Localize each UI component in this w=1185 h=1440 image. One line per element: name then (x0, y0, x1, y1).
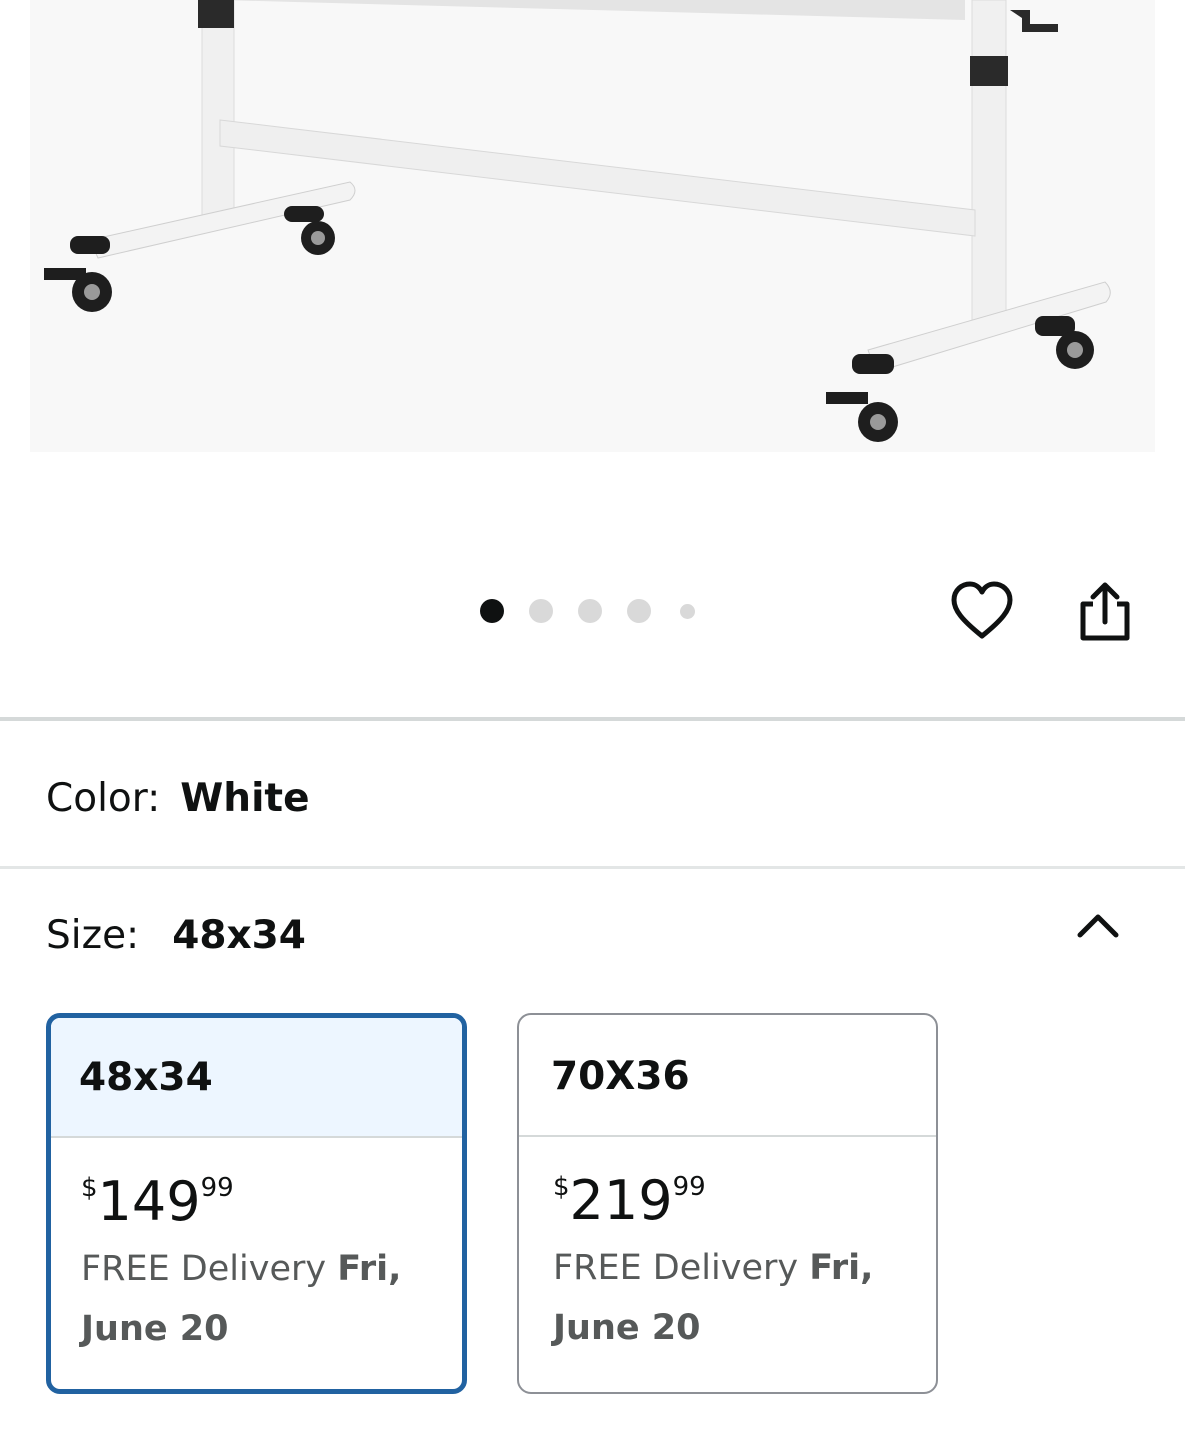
heart-icon[interactable] (948, 578, 1016, 644)
chevron-up-icon[interactable] (1073, 905, 1123, 945)
size-option-name: 70X36 (519, 1015, 936, 1137)
price-currency: $ (81, 1173, 98, 1203)
pager-dot[interactable] (627, 599, 651, 623)
pager-dot[interactable] (578, 599, 602, 623)
delivery-prefix: FREE Delivery (553, 1248, 810, 1288)
price-fraction: 99 (672, 1172, 706, 1202)
pager-dot-active[interactable] (480, 599, 504, 623)
size-option-price: $21999 (553, 1170, 936, 1232)
size-option-name: 48x34 (51, 1018, 462, 1138)
color-selector[interactable]: Color: White (46, 776, 310, 822)
size-selector[interactable]: Size: 48x34 (46, 913, 306, 959)
delivery-info: FREE Delivery Fri, June 20 (81, 1239, 462, 1359)
size-option-card-selected[interactable]: 48x34 $14999 FREE Delivery Fri, June 20 (46, 1013, 467, 1394)
size-label: Size: (46, 913, 140, 958)
price-fraction: 99 (200, 1173, 234, 1203)
delivery-info: FREE Delivery Fri, June 20 (553, 1238, 936, 1358)
price-whole: 149 (97, 1170, 201, 1233)
size-option-card[interactable]: 70X36 $21999 FREE Delivery Fri, June 20 (517, 1013, 938, 1394)
share-icon[interactable] (1075, 578, 1135, 644)
pager-dot[interactable] (529, 599, 553, 623)
image-pager (480, 597, 720, 625)
section-divider (0, 717, 1185, 721)
size-option-price: $14999 (81, 1171, 462, 1233)
delivery-prefix: FREE Delivery (81, 1249, 338, 1289)
color-label: Color: (46, 776, 161, 821)
pager-dot[interactable] (680, 603, 695, 619)
size-value: 48x34 (172, 913, 306, 958)
color-value: White (180, 776, 310, 821)
price-currency: $ (553, 1172, 570, 1202)
section-divider (0, 866, 1185, 869)
price-whole: 219 (569, 1169, 673, 1232)
whiteboard-stand-illustration (30, 0, 1155, 452)
product-image[interactable] (30, 0, 1155, 452)
